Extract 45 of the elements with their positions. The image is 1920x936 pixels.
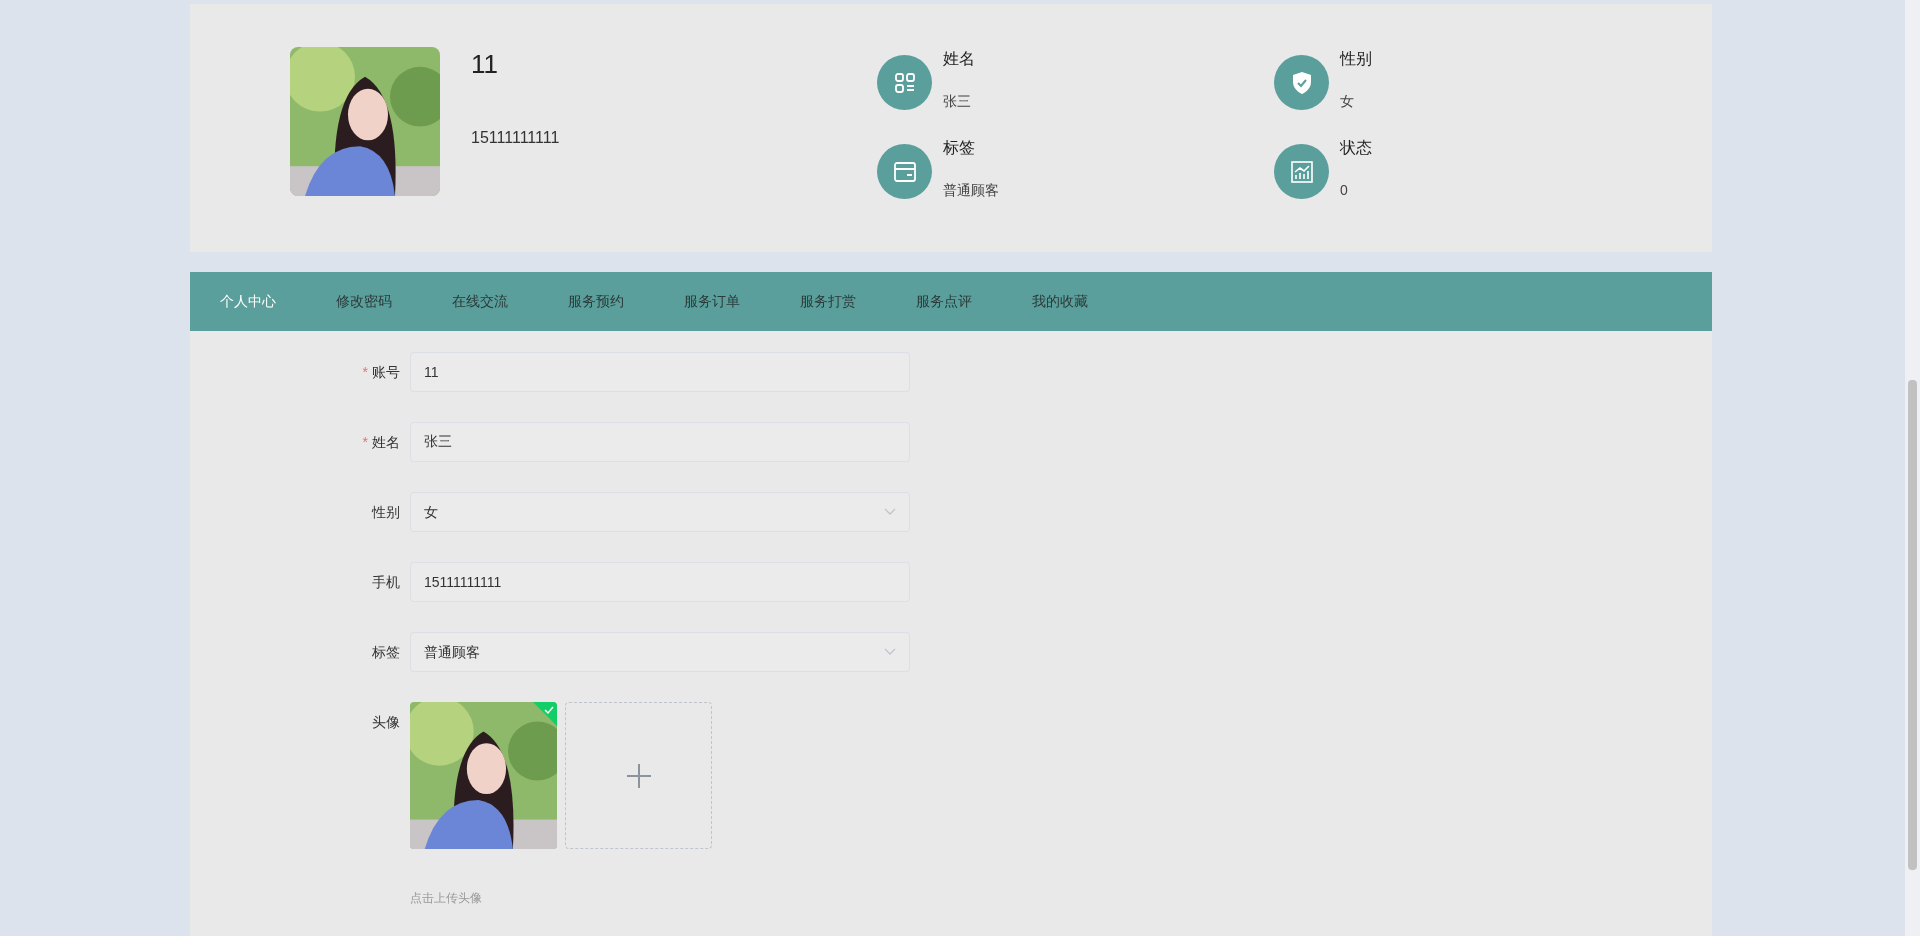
- input-field[interactable]: 15111111111: [410, 562, 910, 602]
- info-label: 姓名: [943, 49, 975, 69]
- account-name: 11: [471, 48, 499, 80]
- nav-tab[interactable]: 服务点评: [886, 272, 1002, 331]
- plus-icon: [624, 761, 653, 790]
- info-value: 女: [1340, 92, 1355, 111]
- shield-check-icon: [1290, 70, 1313, 95]
- nav-tab[interactable]: 我的收藏: [1002, 272, 1118, 331]
- input-field[interactable]: 11: [410, 352, 910, 392]
- field-label: 性别: [372, 502, 400, 522]
- info-value: 普通顾客: [943, 181, 999, 200]
- info-label: 标签: [943, 138, 976, 158]
- chevron-down-icon: [884, 648, 896, 656]
- field-label: 手机: [372, 572, 400, 592]
- select-field[interactable]: 女: [410, 492, 910, 532]
- field-label: 标签: [372, 642, 400, 662]
- nav-tab[interactable]: 修改密码: [306, 272, 422, 331]
- phone-number: 15111111111: [471, 128, 561, 148]
- scrollbar-thumb[interactable]: [1908, 380, 1917, 870]
- select-field[interactable]: 普通顾客: [410, 632, 910, 672]
- chevron-down-icon: [884, 508, 896, 516]
- select-value: 普通顾客: [424, 642, 480, 662]
- wallet-icon: [892, 160, 917, 183]
- grid-icon: [892, 70, 917, 95]
- chart-icon: [1289, 159, 1314, 184]
- input-field[interactable]: 张三: [410, 422, 910, 462]
- upload-hint: 点击上传头像: [410, 890, 483, 907]
- nav-tab[interactable]: 服务打赏: [770, 272, 886, 331]
- field-label: 姓名: [372, 432, 400, 452]
- check-icon: [544, 705, 554, 715]
- field-label: 账号: [372, 362, 400, 382]
- info-label: 状态: [1340, 138, 1372, 158]
- required-mark: *: [362, 362, 368, 382]
- select-value: 女: [424, 502, 438, 522]
- nav-tab[interactable]: 个人中心: [190, 272, 306, 331]
- required-mark: *: [362, 432, 368, 452]
- nav-tab[interactable]: 服务预约: [538, 272, 654, 331]
- info-value: 0: [1340, 181, 1349, 200]
- info-value: 张三: [943, 92, 972, 111]
- field-label: 头像: [371, 713, 401, 732]
- nav-tab[interactable]: 在线交流: [422, 272, 538, 331]
- info-label: 性别: [1340, 49, 1372, 69]
- upload-button[interactable]: [565, 702, 712, 849]
- nav-tab[interactable]: 服务订单: [654, 272, 770, 331]
- scrollbar[interactable]: [1905, 0, 1920, 936]
